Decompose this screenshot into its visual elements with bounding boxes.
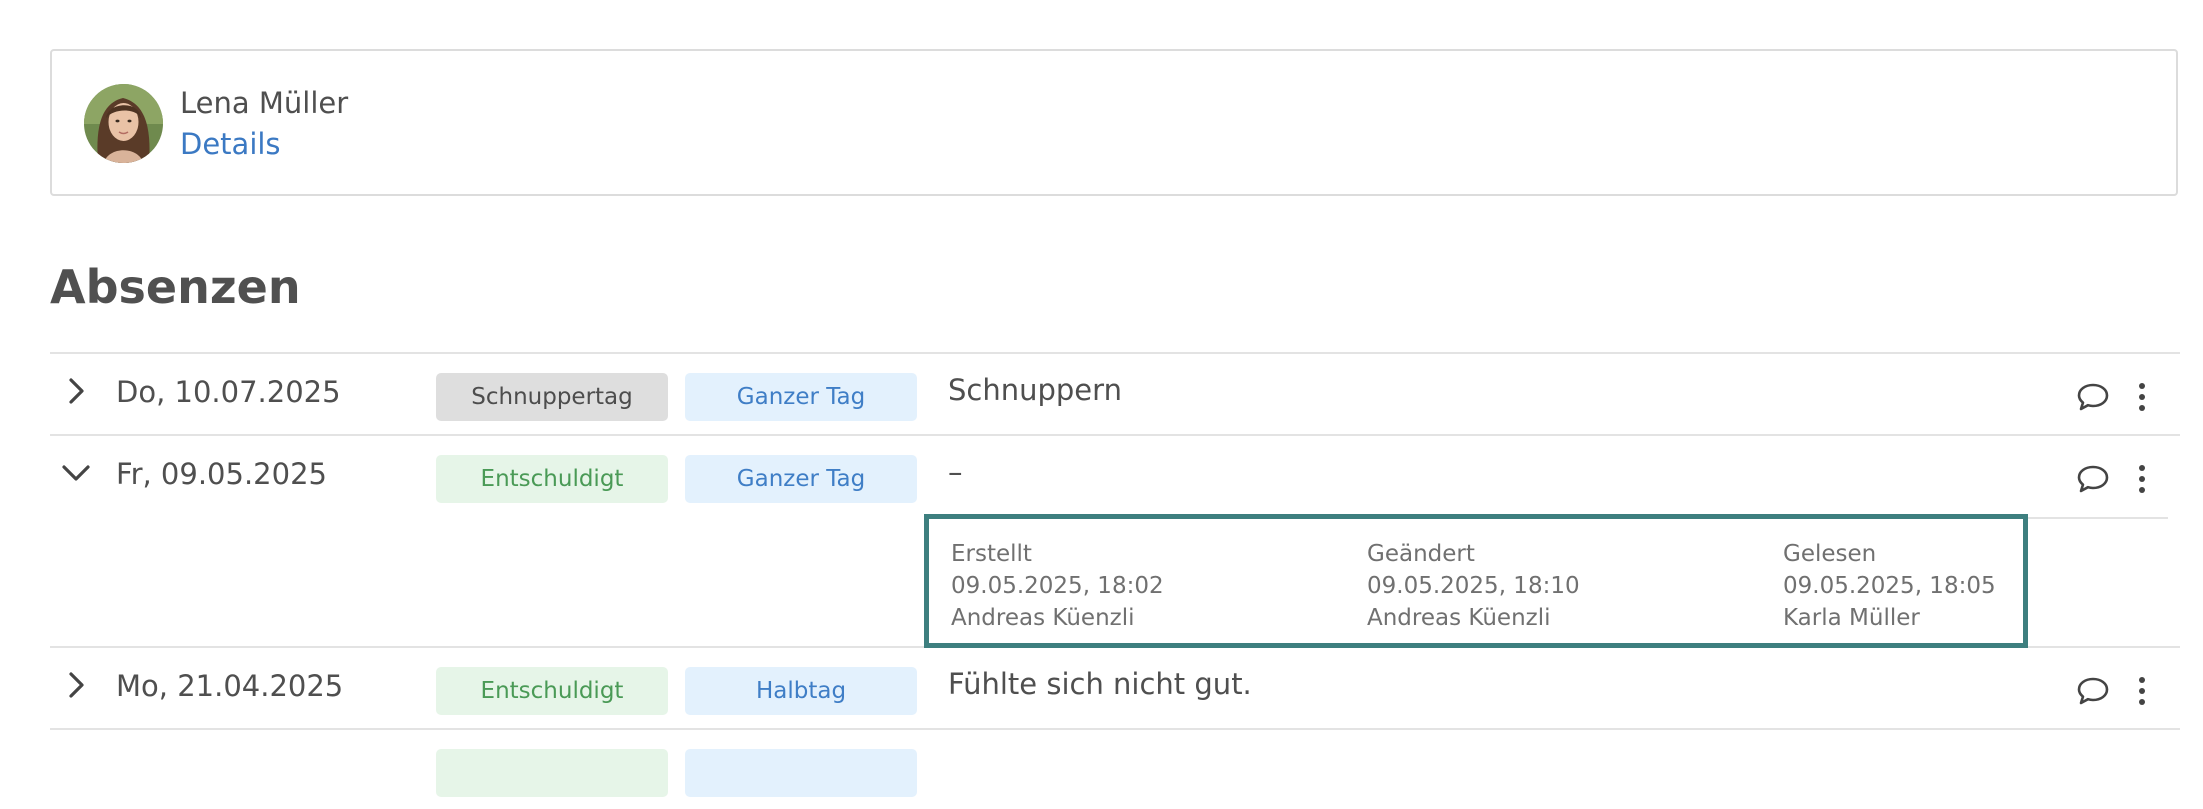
chevron-down-icon[interactable] xyxy=(60,457,92,489)
chevron-right-icon[interactable] xyxy=(60,669,92,701)
absence-type-badge: Entschuldigt xyxy=(436,667,668,715)
details-link[interactable]: Details xyxy=(180,127,281,161)
absence-date: Mo, 21.04.2025 xyxy=(116,669,344,703)
absence-date: Fr, 09.05.2025 xyxy=(116,457,327,491)
avatar xyxy=(84,84,163,163)
chevron-right-icon[interactable] xyxy=(60,375,92,407)
absence-row[interactable]: Fr, 09.05.2025 Entschuldigt Ganzer Tag – xyxy=(50,435,2180,515)
absence-row[interactable]: Mo, 21.04.2025 Entschuldigt Halbtag Fühl… xyxy=(50,647,2180,727)
comment-icon[interactable] xyxy=(2075,379,2111,415)
absence-comment: Fühlte sich nicht gut. xyxy=(948,667,1252,701)
student-name: Lena Müller xyxy=(180,86,349,120)
absence-duration-badge: Halbtag xyxy=(685,667,917,715)
absence-type-badge: Schnuppertag xyxy=(436,373,668,421)
absence-meta-panel: Erstellt 09.05.2025, 18:02 Andreas Küenz… xyxy=(924,514,2028,648)
absence-duration-badge: Ganzer Tag xyxy=(685,455,917,503)
absence-type-badge-partial xyxy=(436,749,668,797)
meta-created: Erstellt 09.05.2025, 18:02 Andreas Küenz… xyxy=(951,538,1164,634)
comment-icon[interactable] xyxy=(2075,673,2111,709)
meta-created-by: Andreas Küenzli xyxy=(951,605,1135,631)
absence-duration-badge: Ganzer Tag xyxy=(685,373,917,421)
absence-comment: Schnuppern xyxy=(948,373,1122,407)
meta-changed-timestamp: 09.05.2025, 18:10 xyxy=(1367,573,1580,599)
absence-duration-badge-partial xyxy=(685,749,917,797)
absence-comment: – xyxy=(948,455,963,489)
comment-icon[interactable] xyxy=(2075,461,2111,497)
more-vertical-icon[interactable] xyxy=(2124,461,2160,497)
more-vertical-icon[interactable] xyxy=(2124,673,2160,709)
meta-changed-label: Geändert xyxy=(1367,541,1475,567)
meta-read-label: Gelesen xyxy=(1783,541,1877,567)
meta-changed: Geändert 09.05.2025, 18:10 Andreas Küenz… xyxy=(1367,538,1580,634)
meta-created-label: Erstellt xyxy=(951,541,1032,567)
meta-changed-by: Andreas Küenzli xyxy=(1367,605,1551,631)
more-vertical-icon[interactable] xyxy=(2124,379,2160,415)
meta-read: Gelesen 09.05.2025, 18:05 Karla Müller xyxy=(1783,538,1996,634)
absence-row[interactable]: Do, 10.07.2025 Schnuppertag Ganzer Tag S… xyxy=(50,353,2180,433)
absence-row-partial xyxy=(50,729,2180,809)
student-card: Lena Müller Details xyxy=(50,49,2178,196)
section-title: Absenzen xyxy=(50,260,301,314)
meta-created-timestamp: 09.05.2025, 18:02 xyxy=(951,573,1164,599)
meta-read-timestamp: 09.05.2025, 18:05 xyxy=(1783,573,1996,599)
meta-read-by: Karla Müller xyxy=(1783,605,1920,631)
absence-date: Do, 10.07.2025 xyxy=(116,375,341,409)
absence-type-badge: Entschuldigt xyxy=(436,455,668,503)
